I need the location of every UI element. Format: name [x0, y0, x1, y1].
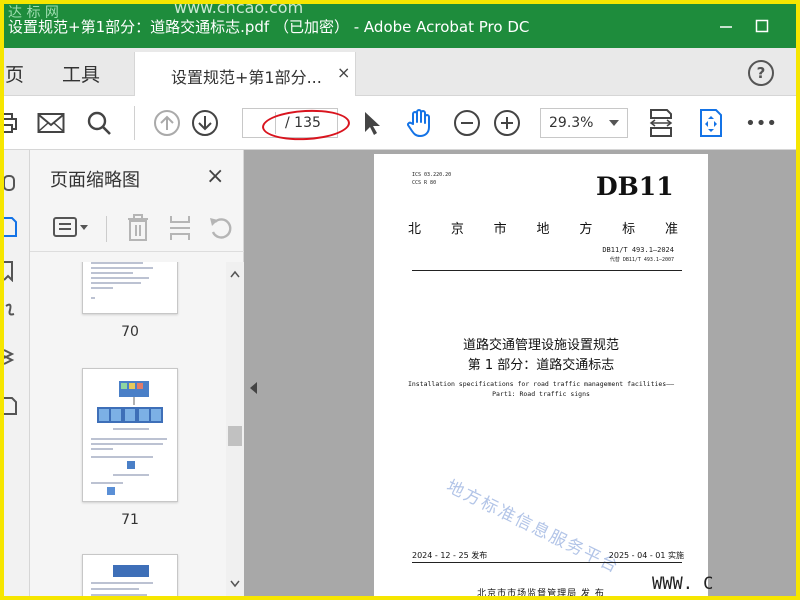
menu-home[interactable]: 主页: [4, 60, 24, 87]
fit-page-icon: [700, 109, 722, 137]
plus-circle-icon: [494, 110, 520, 136]
maximize-button[interactable]: [744, 12, 780, 40]
authority-char: 北: [408, 222, 422, 237]
layers-icon[interactable]: [4, 346, 20, 368]
english-title: Installation specifications for road tra…: [407, 380, 675, 388]
zoom-out-button[interactable]: [452, 108, 482, 138]
zoom-in-button[interactable]: [492, 108, 522, 138]
select-tool-button[interactable]: [356, 108, 386, 138]
panel-close-icon[interactable]: ×: [206, 164, 224, 189]
tab-close-icon[interactable]: ×: [337, 63, 350, 82]
panel-toolbar-separator: [106, 216, 107, 242]
english-subtitle: Part1: Road traffic signs: [492, 390, 590, 398]
implement-date: 2025 - 04 - 01 实施: [608, 551, 684, 560]
arrow-down-circle-icon: [192, 110, 218, 136]
full-screen-button[interactable]: [696, 108, 726, 138]
hand-tool-button[interactable]: [404, 108, 434, 138]
arrow-up-circle-icon: [154, 110, 180, 136]
thumbnail-list: 70 71: [30, 262, 226, 596]
document-title: 道路交通管理设施设置规范: [462, 338, 619, 353]
authority-char: 地: [536, 222, 550, 237]
next-page-button[interactable]: [190, 108, 220, 138]
zoom-level-value: 29.3%: [549, 115, 594, 131]
publish-date: 2024 - 12 - 25 发布: [412, 551, 488, 560]
thumbnail-72-preview: [91, 565, 153, 596]
left-navigation-rail: [4, 150, 30, 596]
menu-tools[interactable]: 工具: [62, 60, 100, 87]
email-button[interactable]: [36, 108, 66, 138]
print-button[interactable]: [4, 108, 22, 138]
thumbnail-page-number: 70: [121, 324, 139, 340]
panel-title: 页面缩略图: [50, 170, 140, 191]
standard-prefix: DB11: [596, 172, 674, 201]
toolbar: / 135 29.3% •••: [4, 96, 796, 150]
authority-char: 标: [622, 222, 636, 237]
scrollbar-thumb[interactable]: [228, 426, 242, 446]
scroll-up-icon[interactable]: [230, 270, 240, 278]
collapse-panel-icon[interactable]: [250, 382, 257, 394]
document-subtitle: 第 1 部分：道路交通标志: [467, 358, 615, 373]
header-rule: [412, 270, 682, 271]
minus-circle-icon: [454, 110, 480, 136]
page-thumbnail-70[interactable]: [82, 262, 178, 314]
thumbnail-page-number: 71: [121, 512, 139, 528]
rotate-icon[interactable]: [208, 214, 234, 242]
hand-icon: [407, 109, 430, 137]
document-view[interactable]: ICS 03.220.20 CCS R 80 DB11 北 京 市 地 方 标 …: [244, 150, 796, 596]
more-tools-button[interactable]: •••: [745, 108, 777, 138]
thumbnail-options-icon[interactable]: [52, 216, 92, 240]
page-thumbnail-72[interactable]: [82, 554, 178, 596]
authority-char: 市: [493, 222, 507, 237]
thumbnail-scrollbar[interactable]: [226, 262, 244, 596]
minimize-icon: [720, 26, 732, 28]
standard-number: DB11/T 493.1—2024: [602, 246, 674, 254]
authority-char: 京: [450, 222, 464, 237]
previous-page-button[interactable]: [152, 108, 182, 138]
maximize-icon: [755, 19, 769, 33]
title-bar: 达 标 网 www.cncao.com 设置规范+第1部分：道路交通标志.pdf…: [4, 4, 796, 48]
thumbnail-71-preview: [91, 381, 167, 495]
search-button[interactable]: [84, 108, 114, 138]
issuing-authority: 北 京 市 地 方 标 准: [408, 218, 678, 237]
extract-page-icon[interactable]: [168, 214, 192, 242]
authority-char: 方: [579, 222, 593, 237]
print-icon: [4, 113, 17, 133]
toolbar-separator: [134, 106, 135, 140]
chevron-down-icon: [609, 120, 619, 126]
attachment-icon[interactable]: [4, 300, 20, 322]
menu-tab-bar: 主页 工具 设置规范+第1部分... × ?: [4, 48, 796, 96]
scroll-down-icon[interactable]: [230, 580, 240, 588]
mail-icon: [37, 113, 65, 133]
help-button[interactable]: ?: [748, 60, 774, 86]
site-watermark: WWW. C: [652, 574, 714, 594]
hand-rail-icon[interactable]: [4, 172, 20, 194]
replaces-standard: 代替 DB11/T 493.1—2007: [609, 257, 674, 263]
document-tab[interactable]: 设置规范+第1部分... ×: [134, 52, 356, 96]
document-icon[interactable]: [4, 394, 20, 416]
fit-width-icon: [649, 109, 673, 137]
page-thumbnails-panel: 页面缩略图 × 70 71: [30, 150, 244, 596]
panel-toolbar: [30, 202, 244, 252]
page-thumbnails-icon[interactable]: [4, 216, 20, 238]
trash-icon[interactable]: [126, 214, 150, 242]
authority-char: 准: [664, 222, 678, 237]
footer-rule: [412, 562, 682, 563]
zoom-level-select[interactable]: 29.3%: [540, 108, 628, 138]
fit-width-button[interactable]: [646, 108, 676, 138]
pdf-page: ICS 03.220.20 CCS R 80 DB11 北 京 市 地 方 标 …: [374, 154, 708, 596]
app-window: 达 标 网 www.cncao.com 设置规范+第1部分：道路交通标志.pdf…: [4, 4, 796, 596]
ccs-code: CCS R 80: [412, 180, 437, 186]
minimize-button[interactable]: [708, 12, 744, 40]
thumbnail-70-preview: [91, 262, 153, 299]
page-thumbnail-71[interactable]: [82, 368, 178, 502]
cursor-arrow-icon: [365, 112, 380, 135]
window-title: 设置规范+第1部分：道路交通标志.pdf （已加密） - Adobe Acrob…: [8, 18, 530, 36]
bookmark-icon[interactable]: [4, 260, 20, 282]
search-icon: [87, 111, 111, 135]
document-tab-label: 设置规范+第1部分...: [171, 68, 322, 87]
ics-code: ICS 03.220.20: [412, 172, 452, 178]
